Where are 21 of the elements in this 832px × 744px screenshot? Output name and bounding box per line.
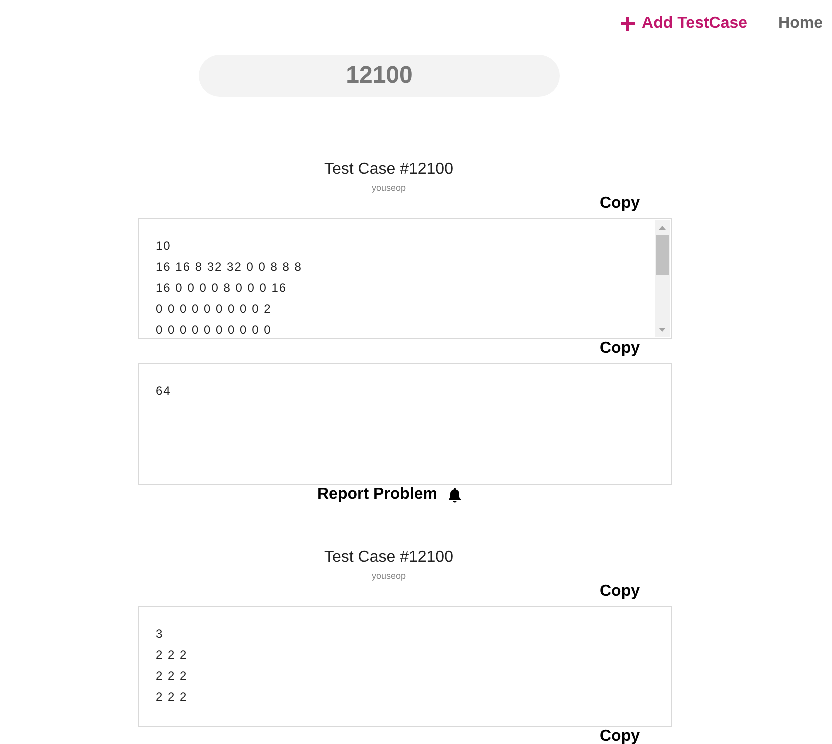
input-textarea[interactable]: 10 16 16 8 32 32 0 0 8 8 8 16 0 0 0 0 8 0 0 0 16 0 0 0 0 0 0 0 0 0 2 0 0 0 0 0 0 0 0 0 0 [138,218,672,339]
scrollbar[interactable] [655,220,670,337]
home-link[interactable]: Home [778,14,823,34]
scrollbar-thumb[interactable] [656,235,669,275]
add-testcase-link[interactable]: Add TestCase [621,14,748,34]
author-name: youseop [372,182,406,194]
input-textarea[interactable]: 3 2 2 2 2 2 2 2 2 2 [138,606,672,727]
copy-button[interactable]: Copy [600,339,640,359]
scroll-down-icon [659,328,666,332]
test-case-title: Test Case #12100 [324,548,454,568]
search-field[interactable]: 12100 [199,55,560,97]
test-case-title: Test Case #12100 [324,160,454,180]
author-name: youseop [372,570,406,582]
plus-icon [621,17,636,31]
bell-icon [448,488,460,502]
report-problem-button[interactable]: Report Problem [317,485,460,505]
copy-button[interactable]: Copy [600,727,640,744]
scroll-up-icon [659,226,666,230]
output-textarea[interactable]: 64 [138,363,672,485]
copy-button[interactable]: Copy [600,194,640,214]
copy-button[interactable]: Copy [600,582,640,602]
